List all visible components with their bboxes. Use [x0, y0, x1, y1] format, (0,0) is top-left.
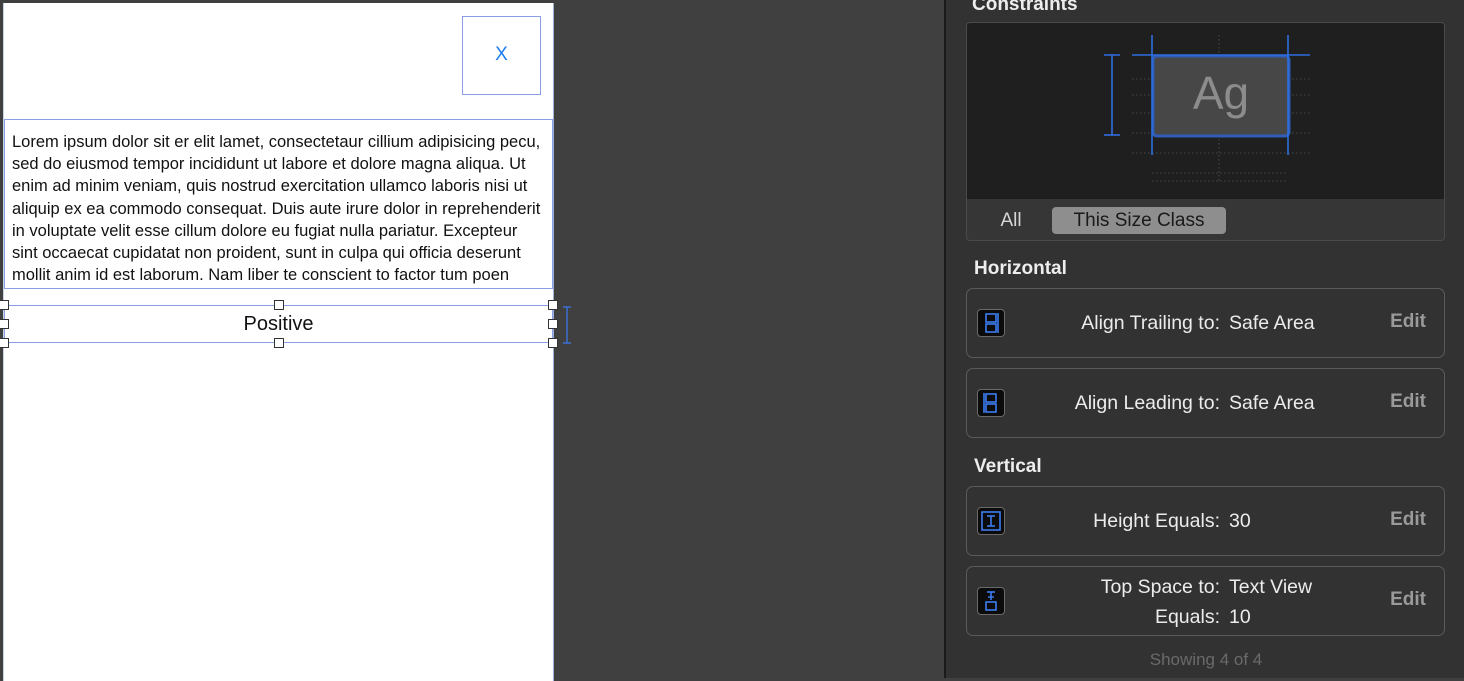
constraint-value: Text View — [1229, 576, 1313, 598]
constraint-value-secondary: 10 — [1229, 606, 1251, 628]
height-icon — [977, 507, 1005, 535]
height-constraint-marker — [563, 306, 571, 344]
resize-handle-bottom[interactable] — [274, 338, 284, 348]
constraint-value: Safe Area — [1229, 392, 1315, 414]
top-space-icon — [977, 587, 1005, 615]
text-view[interactable]: Lorem ipsum dolor sit er elit lamet, con… — [4, 119, 553, 289]
resize-handle-top-left[interactable] — [0, 300, 9, 310]
resize-handle-top-right[interactable] — [548, 300, 558, 310]
resize-handle-top[interactable] — [274, 300, 284, 310]
constraint-card-height[interactable]: Height Equals: 30 Edit — [966, 486, 1445, 556]
align-trailing-icon — [977, 309, 1005, 337]
constraint-card-top-space[interactable]: Top Space to: Text View Equals: 10 Edit — [966, 566, 1445, 636]
constraint-value: Safe Area — [1229, 312, 1315, 334]
vertical-title: Vertical — [974, 456, 1042, 477]
device-canvas: X Lorem ipsum dolor sit er elit lamet, c… — [0, 3, 558, 681]
constraint-label-secondary: Equals: — [1154, 606, 1220, 628]
edit-button[interactable]: Edit — [1390, 391, 1426, 413]
segment-this-size-class[interactable]: This Size Class — [1052, 207, 1226, 234]
resize-handle-bottom-left[interactable] — [0, 338, 9, 348]
constraint-card-align-trailing[interactable]: Align Trailing to: Safe Area Edit — [966, 288, 1445, 358]
resize-handle-left[interactable] — [0, 319, 9, 329]
constraint-label: Top Space to: — [1100, 576, 1220, 598]
size-inspector: Constraints Ag All This Size Class Horiz… — [944, 0, 1464, 678]
constraint-label: Align Leading to: — [1074, 392, 1220, 414]
constraints-count: Showing 4 of 4 — [1149, 650, 1263, 669]
horizontal-title: Horizontal — [974, 258, 1067, 279]
size-class-segmented-control: All This Size Class — [967, 199, 1444, 240]
constraint-label: Align Trailing to: — [1081, 312, 1220, 334]
constraints-diagram: Ag All This Size Class — [966, 22, 1445, 241]
edit-button[interactable]: Edit — [1390, 311, 1426, 333]
edit-button[interactable]: Edit — [1390, 509, 1426, 531]
segment-all[interactable]: All — [987, 207, 1035, 234]
edit-button[interactable]: Edit — [1390, 589, 1426, 611]
align-leading-icon — [977, 389, 1005, 417]
constraint-card-align-leading[interactable]: Align Leading to: Safe Area Edit — [966, 368, 1445, 438]
diagram-canvas: Ag — [967, 23, 1444, 199]
resize-handle-bottom-right[interactable] — [548, 338, 558, 348]
constraints-title: Constraints — [972, 0, 1078, 15]
resize-handle-right[interactable] — [548, 319, 558, 329]
close-button[interactable]: X — [462, 16, 541, 95]
diagram-sample-text: Ag — [1192, 67, 1250, 119]
constraint-value: 30 — [1229, 510, 1251, 532]
constraint-label: Height Equals: — [1093, 510, 1220, 532]
